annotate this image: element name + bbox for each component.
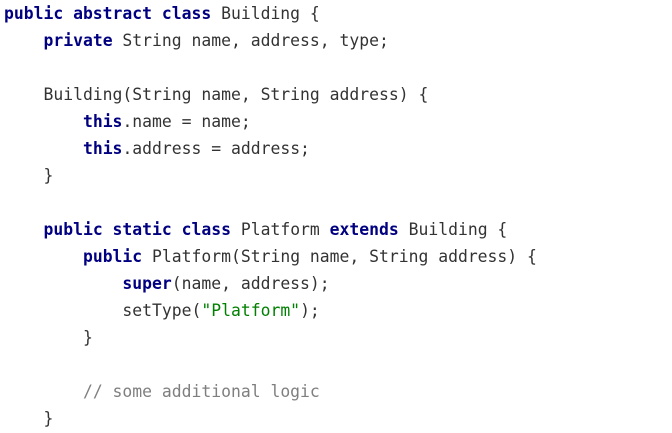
code-text: setType(	[4, 301, 202, 320]
code-line: // some additional logic	[4, 378, 668, 405]
code-text: Building {	[398, 220, 508, 239]
code-text: Platform	[230, 220, 330, 239]
code-string: "Platform"	[201, 301, 301, 320]
code-text: }	[4, 409, 54, 428]
code-keyword: extends	[329, 220, 399, 239]
code-text: Platform(String name, String address) {	[142, 247, 537, 266]
code-text: }	[4, 166, 54, 185]
code-keyword: super	[122, 274, 172, 293]
code-text: Building {	[211, 4, 320, 23]
code-line: public static class Platform extends Bui…	[4, 216, 668, 243]
code-text: (name, address);	[171, 274, 330, 293]
code-keyword: private	[43, 31, 113, 50]
code-line: this.address = address;	[4, 135, 668, 162]
code-block: public abstract class Building { private…	[4, 0, 668, 432]
code-line: }	[4, 162, 668, 189]
code-text: Building(String name, String address) {	[4, 85, 429, 104]
code-line: public Platform(String name, String addr…	[4, 243, 668, 270]
code-keyword: public	[82, 247, 143, 266]
code-keyword: this	[82, 139, 123, 158]
code-comment: // some additional logic	[82, 382, 320, 401]
code-keyword: public abstract class	[4, 4, 212, 23]
code-text: String name, address, type;	[112, 31, 389, 50]
code-line: }	[4, 405, 668, 432]
code-line: private String name, address, type;	[4, 27, 668, 54]
code-text: .address = address;	[122, 139, 310, 158]
code-text: }	[4, 328, 93, 347]
code-line: this.name = name;	[4, 108, 668, 135]
code-keyword: this	[82, 112, 123, 131]
code-text: );	[300, 301, 320, 320]
code-line: setType("Platform");	[4, 297, 668, 324]
code-line: Building(String name, String address) {	[4, 81, 668, 108]
code-line: public abstract class Building {	[4, 0, 668, 27]
code-line: }	[4, 324, 668, 351]
code-line: super(name, address);	[4, 270, 668, 297]
code-text: .name = name;	[122, 112, 251, 131]
code-keyword: public static class	[43, 220, 231, 239]
